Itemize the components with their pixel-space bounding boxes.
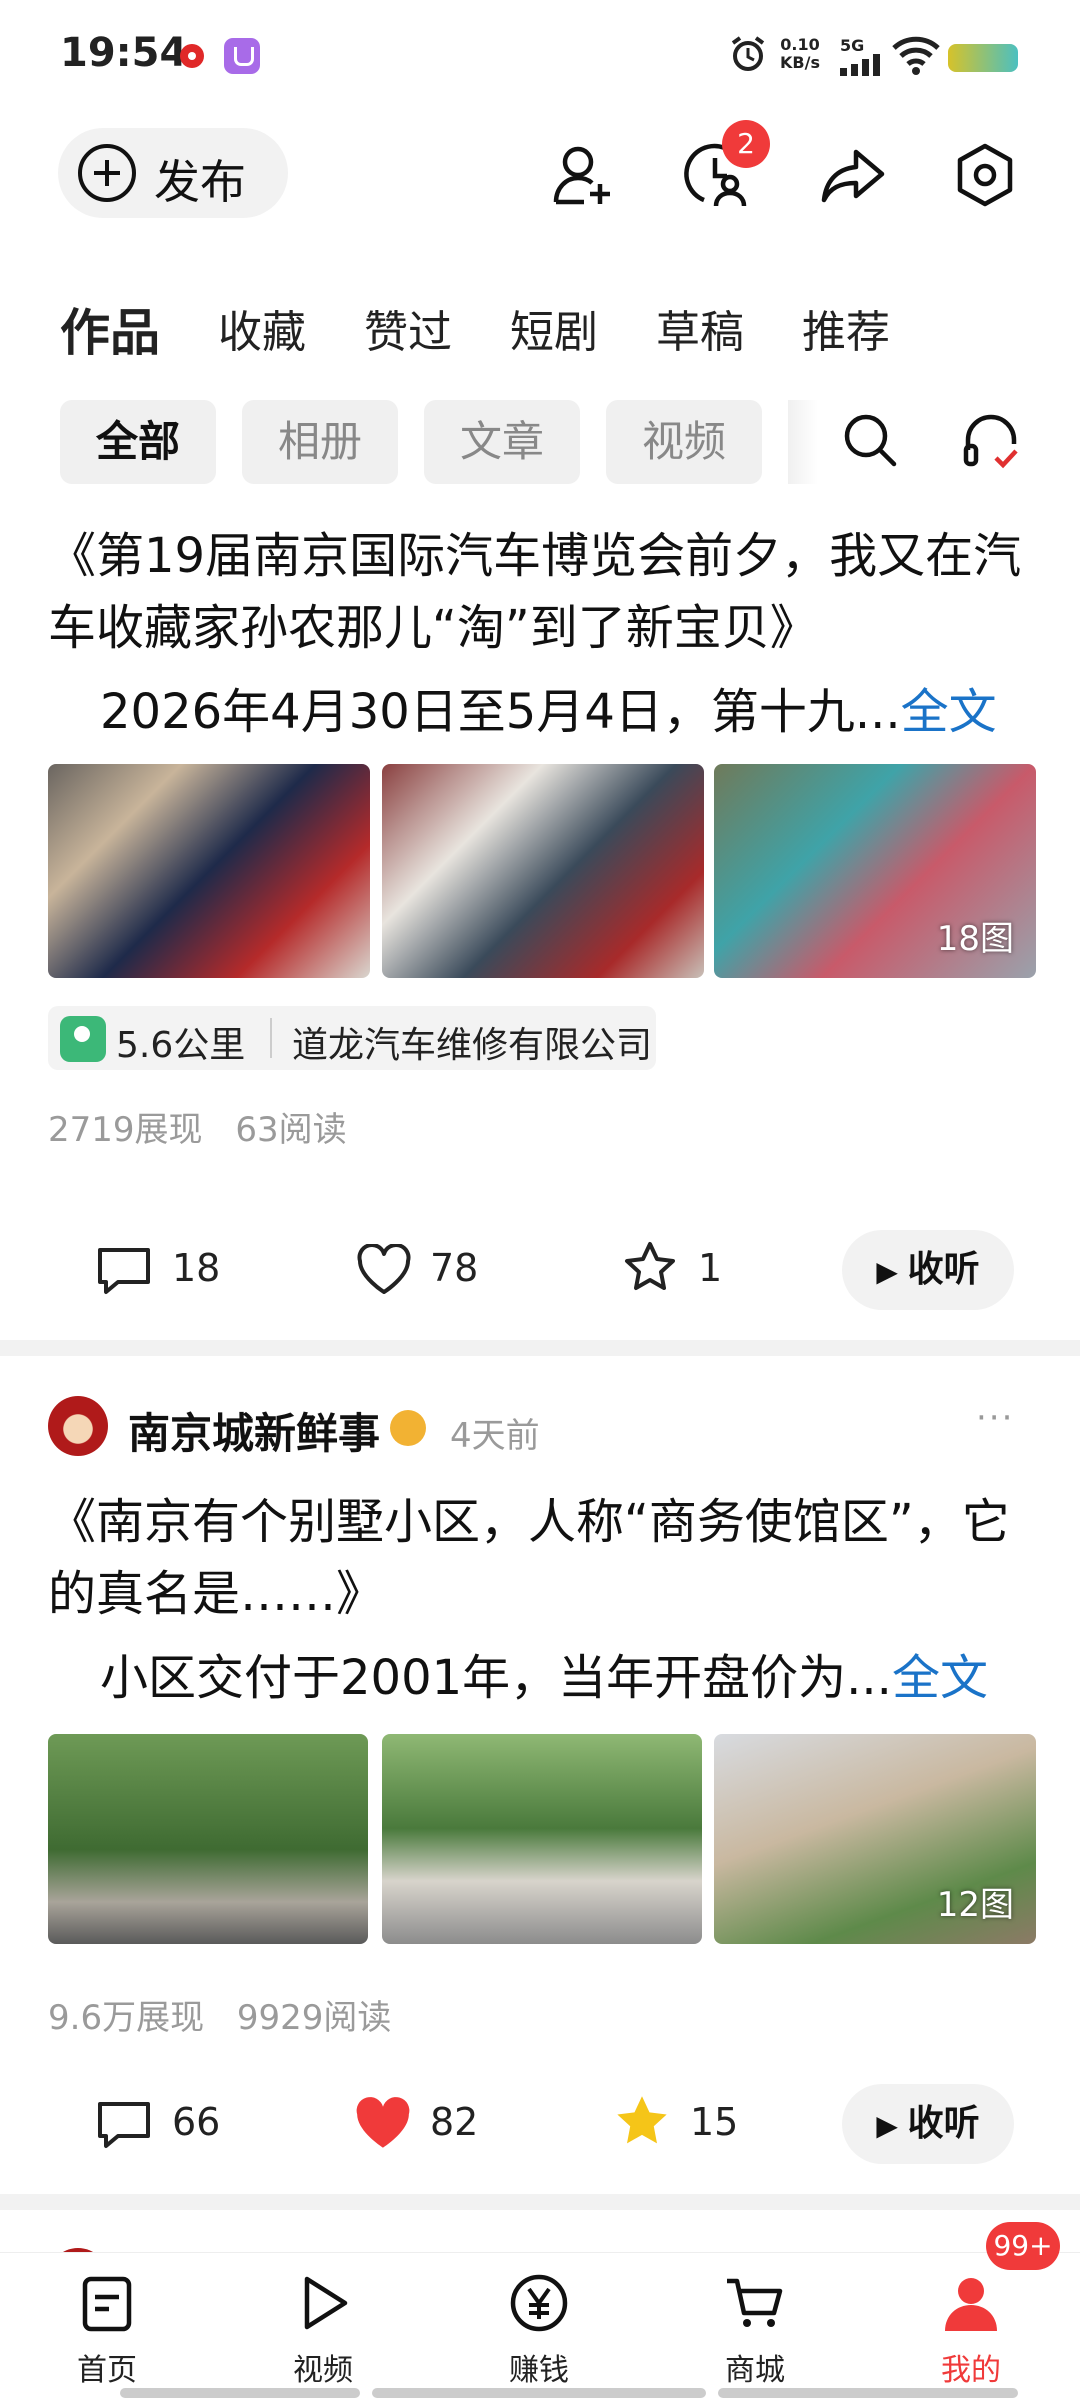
image-count: 12图 — [936, 1885, 1014, 1925]
play-icon: ▶ — [876, 2109, 908, 2142]
post-excerpt[interactable]: 小区交付于2001年，当年开盘价为...全文 — [100, 1638, 988, 1708]
profile-icon — [945, 2278, 997, 2331]
comment-icon[interactable] — [96, 1244, 152, 1296]
status-time: 19:54 — [60, 30, 188, 76]
location-tag[interactable]: 5.6公里 道龙汽车维修有限公司 — [48, 1006, 656, 1070]
yuan-coin-icon — [510, 2274, 568, 2332]
like-icon[interactable] — [356, 1244, 412, 1296]
post-image-collage-2[interactable] — [382, 764, 704, 978]
post-divider — [0, 2194, 1080, 2210]
chip-all[interactable]: 全部 — [60, 400, 216, 484]
comment-count: 66 — [172, 2100, 221, 2144]
gesture-bar-segment — [372, 2388, 706, 2398]
favorite-star-icon[interactable] — [622, 1240, 678, 1296]
author-avatar[interactable] — [48, 1396, 108, 1456]
headphones-icon[interactable] — [960, 410, 1022, 472]
home-doc-icon — [82, 2276, 132, 2332]
nav-me-label: 我的 — [941, 2353, 1001, 2388]
liked-heart-icon[interactable] — [352, 2096, 414, 2152]
read-more-link[interactable]: 全文 — [901, 684, 997, 740]
favorited-star-icon[interactable] — [612, 2092, 672, 2152]
post-time: 4天前 — [450, 1416, 540, 1456]
nav-mall-label: 商城 — [725, 2353, 785, 2388]
tab-short-drama[interactable]: 短剧 — [510, 296, 598, 360]
image-count: 18图 — [936, 919, 1014, 959]
like-count: 82 — [430, 2100, 479, 2144]
verified-badge-icon — [390, 1410, 426, 1446]
more-options-icon[interactable]: ··· — [976, 1398, 1014, 1438]
post-image-cars[interactable]: 18图 — [714, 764, 1036, 978]
post-image-2[interactable] — [382, 1734, 702, 1944]
net-speed: 0.10 KB/s — [780, 36, 820, 72]
plus-icon — [78, 144, 136, 202]
net-speed-value: 0.10 — [780, 35, 820, 54]
comment-count: 18 — [172, 1246, 221, 1290]
listen-button[interactable]: ▶ 收听 — [842, 2084, 1014, 2164]
nav-video-label: 视频 — [293, 2353, 353, 2388]
favorite-count: 15 — [690, 2100, 739, 2144]
excerpt-text: 2026年4月30日至5月4日，第十九... — [100, 684, 901, 740]
reads-count: 9929阅读 — [236, 1998, 392, 2038]
views-count: 9.6万展现 — [48, 1998, 205, 2038]
like-count: 78 — [430, 1246, 479, 1290]
post-stats: 2719展现 63阅读 — [48, 1102, 347, 1151]
listen-label: 收听 — [907, 2103, 980, 2144]
share-icon[interactable] — [818, 140, 888, 210]
battery-icon — [948, 44, 1018, 72]
post-excerpt[interactable]: 2026年4月30日至5月4日，第十九...全文 — [100, 672, 997, 742]
chip-articles[interactable]: 文章 — [424, 400, 580, 484]
status-bar: 19:54 0.10 KB/s 5G — [0, 0, 1080, 110]
post-divider — [0, 1340, 1080, 1356]
wifi-icon — [892, 36, 940, 75]
tab-works[interactable]: 作品 — [60, 293, 160, 365]
gesture-bar-segment — [120, 2388, 360, 2398]
signal-type: 5G — [840, 36, 865, 55]
location-pin-icon — [60, 1016, 106, 1062]
signal-icon — [840, 54, 880, 76]
location-separator — [270, 1018, 272, 1058]
excerpt-text: 小区交付于2001年，当年开盘价为... — [100, 1650, 892, 1706]
app-notification-icon — [224, 38, 260, 74]
bottom-nav: 首页 视频 赚钱 商城 我的 — [0, 2252, 1080, 2400]
nav-earn-label: 赚钱 — [509, 2353, 569, 2388]
messages-badge: 2 — [722, 120, 770, 168]
post-title[interactable]: 《南京有个别墅小区，人称“商务使馆区”，它的真名是……》 — [48, 1486, 1038, 1630]
location-name: 道龙汽车维修有限公司 — [292, 1025, 653, 1066]
settings-icon[interactable] — [950, 140, 1020, 210]
post-title[interactable]: 《第19届南京国际汽车博览会前夕，我又在汽车收藏家孙农那儿“淘”到了新宝贝》 — [48, 520, 1038, 664]
listen-label: 收听 — [907, 1249, 980, 1290]
publish-button[interactable]: 发布 — [58, 128, 288, 218]
views-count: 2719展现 — [48, 1110, 203, 1150]
read-more-link[interactable]: 全文 — [892, 1650, 988, 1706]
chip-videos[interactable]: 视频 — [606, 400, 762, 484]
gesture-bar-segment — [718, 2388, 1018, 2398]
chip-fade — [788, 400, 818, 484]
favorite-count: 1 — [698, 1246, 723, 1290]
profile-badge: 99+ — [986, 2222, 1060, 2270]
record-icon — [180, 44, 204, 68]
post-image-collage-1[interactable] — [48, 764, 370, 978]
add-friend-icon[interactable] — [548, 140, 618, 210]
alarm-icon — [731, 36, 765, 71]
nav-home-label: 首页 — [77, 2353, 137, 2388]
comment-icon[interactable] — [96, 2098, 152, 2150]
post-stats: 9.6万展现 9929阅读 — [48, 1990, 391, 2039]
play-icon: ▶ — [876, 1255, 908, 1288]
reads-count: 63阅读 — [235, 1110, 347, 1150]
tab-liked[interactable]: 赞过 — [364, 296, 452, 360]
search-icon[interactable] — [840, 410, 900, 470]
tab-recommend[interactable]: 推荐 — [802, 296, 890, 360]
tab-favorites[interactable]: 收藏 — [218, 296, 306, 360]
author-name[interactable]: 南京城新鲜事 — [128, 1400, 380, 1461]
post-image-3[interactable]: 12图 — [714, 1734, 1036, 1944]
post-image-1[interactable] — [48, 1734, 368, 1944]
publish-label: 发布 — [154, 155, 246, 209]
listen-button[interactable]: ▶ 收听 — [842, 1230, 1014, 1310]
tab-drafts[interactable]: 草稿 — [656, 296, 744, 360]
cart-icon — [727, 2278, 783, 2327]
chip-albums[interactable]: 相册 — [242, 400, 398, 484]
net-speed-unit: KB/s — [780, 53, 820, 72]
play-video-icon — [304, 2276, 348, 2330]
location-distance: 5.6公里 — [116, 1025, 246, 1066]
